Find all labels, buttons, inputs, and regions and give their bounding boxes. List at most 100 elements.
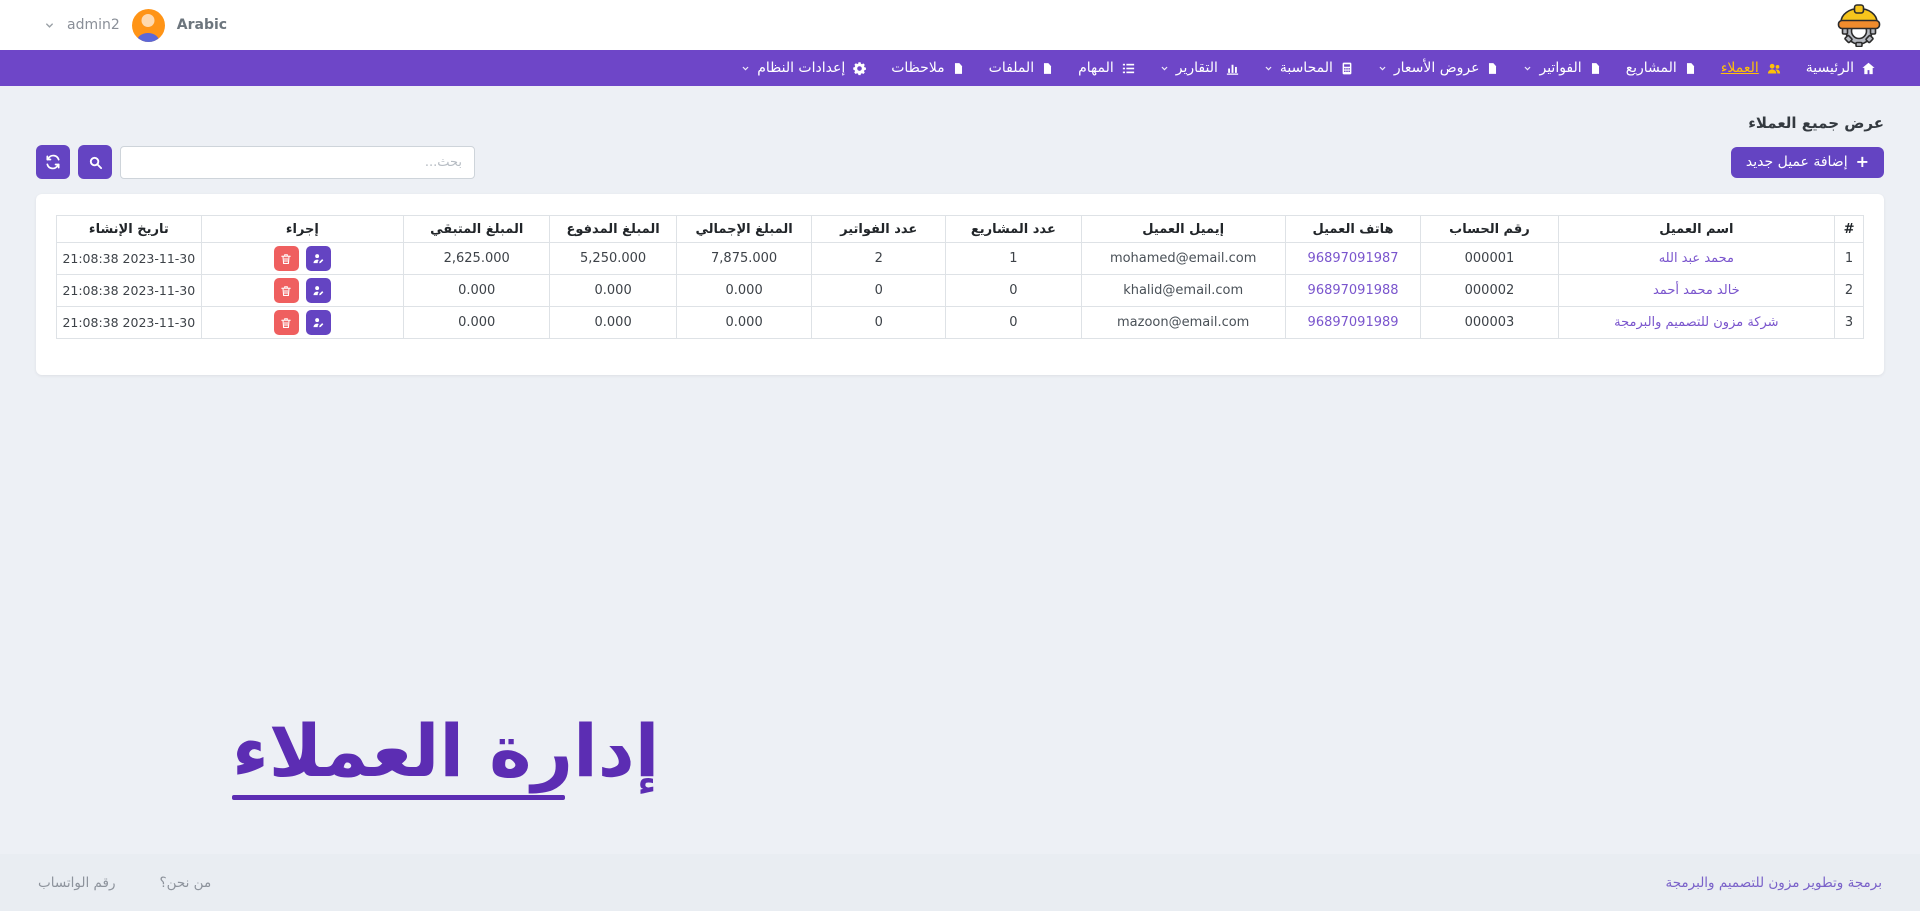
- customer-name-link[interactable]: شركة مزون للتصميم والبرمجة: [1558, 307, 1834, 339]
- action-cell: [201, 243, 403, 275]
- file-icon: [1684, 61, 1697, 76]
- home-icon: [1861, 61, 1876, 76]
- created-date: 21:08:38 2023-11-30: [57, 275, 202, 307]
- footer-credit-link[interactable]: برمجة وتطوير مزون للتصميم والبرمجة: [1665, 875, 1882, 891]
- edit-customer-button[interactable]: [306, 246, 331, 271]
- tasks-icon: [1121, 61, 1136, 76]
- chevron-down-icon[interactable]: [44, 20, 55, 31]
- invoices-count: 0: [812, 307, 946, 339]
- plus-icon: +: [1856, 154, 1869, 170]
- total-amount: 0.000: [676, 307, 812, 339]
- nav-item-files[interactable]: الملفات: [979, 50, 1064, 86]
- nav-item-reports[interactable]: التقارير: [1150, 50, 1250, 86]
- delete-customer-button[interactable]: [274, 278, 299, 303]
- nav-label: المحاسبة: [1280, 60, 1333, 76]
- footer-links: من نحن؟ رقم الواتساب: [38, 875, 211, 891]
- trash-icon: [280, 285, 292, 297]
- col-index: #: [1835, 216, 1864, 243]
- delete-customer-button[interactable]: [274, 310, 299, 335]
- row-index: 1: [1835, 243, 1864, 275]
- search-icon: [88, 155, 103, 170]
- username-label[interactable]: admin2: [67, 17, 120, 33]
- invoices-count: 0: [812, 275, 946, 307]
- main-navbar: الرئيسية العملاء المشاريع الفواتير عروض …: [0, 50, 1920, 86]
- nav-label: المهام: [1078, 60, 1114, 76]
- nav-label: التقارير: [1176, 60, 1218, 76]
- nav-label: الملفات: [989, 60, 1034, 76]
- nav-item-customers[interactable]: العملاء: [1711, 50, 1792, 86]
- trash-icon: [280, 317, 292, 329]
- nav-item-accounting[interactable]: المحاسبة: [1254, 50, 1364, 86]
- chevron-down-icon: [1264, 64, 1273, 73]
- nav-item-projects[interactable]: المشاريع: [1616, 50, 1707, 86]
- add-customer-button[interactable]: + إضافة عميل جديد: [1731, 147, 1884, 178]
- nav-item-notes[interactable]: ملاحظات: [881, 50, 974, 86]
- table-header-row: # اسم العميل رقم الحساب هاتف العميل إيمي…: [57, 216, 1864, 243]
- language-selector[interactable]: Arabic: [177, 17, 227, 33]
- col-phone: هاتف العميل: [1285, 216, 1421, 243]
- col-email: إيميل العميل: [1081, 216, 1285, 243]
- trash-icon: [280, 253, 292, 265]
- page-title: عرض جميع العملاء: [36, 114, 1884, 132]
- delete-customer-button[interactable]: [274, 246, 299, 271]
- customer-name-link[interactable]: خالد محمد أحمد: [1558, 275, 1834, 307]
- footer-whatsapp-link[interactable]: رقم الواتساب: [38, 875, 115, 891]
- table-row: 2 خالد محمد أحمد 000002 96897091988 khal…: [57, 275, 1864, 307]
- created-date: 21:08:38 2023-11-30: [57, 307, 202, 339]
- phone-link[interactable]: 96897091987: [1285, 243, 1421, 275]
- chevron-down-icon: [741, 64, 750, 73]
- chevron-down-icon: [1523, 64, 1532, 73]
- phone-link[interactable]: 96897091988: [1285, 275, 1421, 307]
- paid-amount: 5,250.000: [550, 243, 676, 275]
- paid-amount: 0.000: [550, 307, 676, 339]
- invoices-count: 2: [812, 243, 946, 275]
- col-created-date: تاريخ الإنشاء: [57, 216, 202, 243]
- customer-name-link[interactable]: محمد عبد الله: [1558, 243, 1834, 275]
- email-value: mohamed@email.com: [1081, 243, 1285, 275]
- account-number: 000001: [1421, 243, 1558, 275]
- remaining-amount: 0.000: [404, 307, 550, 339]
- nav-label: عروض الأسعار: [1394, 60, 1480, 76]
- col-total-amount: المبلغ الإجمالي: [676, 216, 812, 243]
- action-cell: [201, 307, 403, 339]
- table-row: 1 محمد عبد الله 000001 96897091987 moham…: [57, 243, 1864, 275]
- table-row: 3 شركة مزون للتصميم والبرمجة 000003 9689…: [57, 307, 1864, 339]
- col-remaining-amount: المبلغ المتبقي: [404, 216, 550, 243]
- brand-watermark-underline: [232, 795, 565, 800]
- row-index: 3: [1835, 307, 1864, 339]
- projects-count: 1: [946, 243, 1082, 275]
- col-paid-amount: المبلغ المدفوع: [550, 216, 676, 243]
- phone-link[interactable]: 96897091989: [1285, 307, 1421, 339]
- chevron-down-icon: [1378, 64, 1387, 73]
- customers-table-card: # اسم العميل رقم الحساب هاتف العميل إيمي…: [36, 194, 1884, 375]
- nav-item-home[interactable]: الرئيسية: [1796, 50, 1886, 86]
- email-value: khalid@email.com: [1081, 275, 1285, 307]
- nav-item-tasks[interactable]: المهام: [1068, 50, 1146, 86]
- col-invoices-count: عدد الفواتير: [812, 216, 946, 243]
- email-value: mazoon@email.com: [1081, 307, 1285, 339]
- nav-item-quotes[interactable]: عروض الأسعار: [1368, 50, 1510, 86]
- account-number: 000002: [1421, 275, 1558, 307]
- edit-customer-button[interactable]: [306, 278, 331, 303]
- add-customer-label: إضافة عميل جديد: [1746, 154, 1848, 170]
- user-avatar[interactable]: [132, 9, 165, 42]
- col-customer-name: اسم العميل: [1558, 216, 1834, 243]
- brand-watermark-text: إدارة العملاء: [232, 712, 659, 791]
- nav-item-settings[interactable]: إعدادات النظام: [731, 50, 877, 86]
- refresh-button[interactable]: [36, 145, 70, 179]
- file-icon: [1486, 61, 1499, 76]
- app-root: { "header": { "username": "admin2", "lan…: [0, 0, 1920, 911]
- search-button[interactable]: [78, 145, 112, 179]
- footer-about-link[interactable]: من نحن؟: [159, 875, 211, 891]
- nav-label: ملاحظات: [891, 60, 944, 76]
- user-edit-icon: [312, 316, 325, 329]
- nav-item-invoices[interactable]: الفواتير: [1513, 50, 1611, 86]
- file-icon: [952, 61, 965, 76]
- search-input[interactable]: [120, 146, 475, 179]
- edit-customer-button[interactable]: [306, 310, 331, 335]
- remaining-amount: 0.000: [404, 275, 550, 307]
- col-account-number: رقم الحساب: [1421, 216, 1558, 243]
- user-edit-icon: [312, 252, 325, 265]
- calculator-icon: [1340, 61, 1354, 76]
- controls-row: + إضافة عميل جديد: [36, 145, 1884, 179]
